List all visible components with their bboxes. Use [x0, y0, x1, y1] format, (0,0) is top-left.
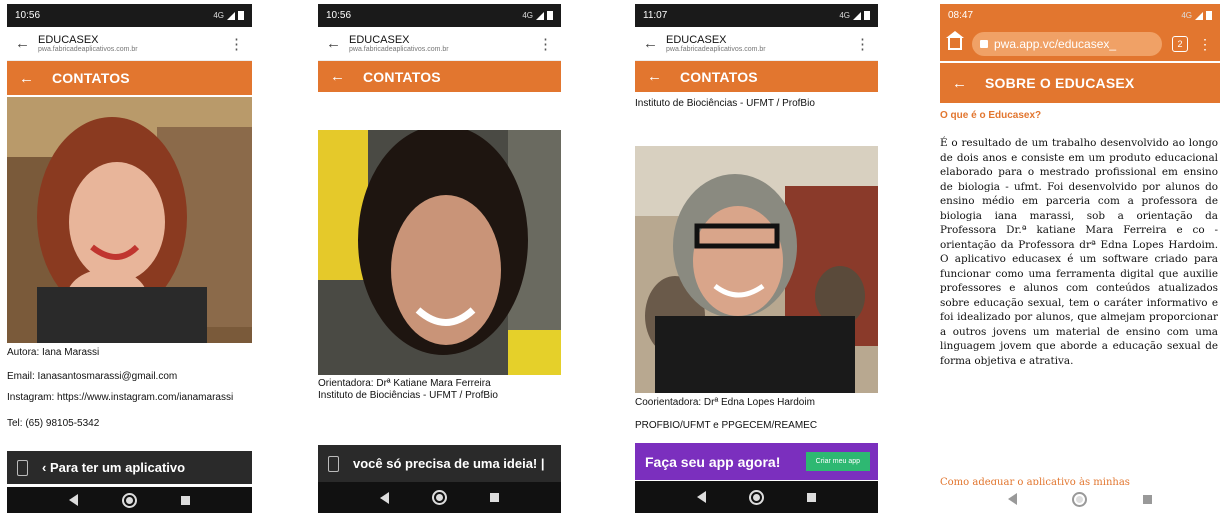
nav-back-icon[interactable]: [696, 491, 706, 503]
browser-toolbar: pwa.app.vc/educasex_ 2 ⋮: [940, 27, 1220, 61]
promo-banner[interactable]: você só precisa de uma ideia! |: [318, 445, 561, 482]
status-bar: 11:07 4G: [635, 4, 878, 27]
more-options-icon[interactable]: ⋮: [229, 35, 244, 53]
nav-home-icon[interactable]: [122, 492, 137, 508]
battery-icon: [547, 11, 553, 20]
next-section-heading: Como adequar o aplicativo às minhas: [940, 477, 1130, 485]
browser-bar: ← EDUCASEX pwa.fabricadeaplicativos.com.…: [635, 27, 878, 61]
author-instagram: Instagram: https://www.instagram.com/ian…: [7, 392, 234, 403]
signal-icon: [853, 11, 861, 20]
advisor-name: Orientadora: Drª Katiane Mara Ferreira: [318, 378, 491, 389]
status-bar: 08:47 4G: [940, 4, 1220, 27]
app-bar: ← CONTATOS: [318, 61, 561, 92]
status-bar: 10:56 4G: [318, 4, 561, 27]
about-paragraph: É o resultado de um trabalho desenvolvid…: [940, 137, 1218, 367]
banner-text: Faça seu app agora!: [645, 453, 781, 470]
browser-bar: ← EDUCASEX pwa.fabricadeaplicativos.com.…: [318, 27, 561, 61]
browser-url: pwa.fabricadeaplicativos.com.br: [666, 45, 766, 53]
browser-bar: ← EDUCASEX pwa.fabricadeaplicativos.com.…: [7, 27, 252, 61]
signal-icon: [227, 11, 235, 20]
nav-home-icon[interactable]: [431, 490, 447, 505]
nav-home-icon[interactable]: [1072, 491, 1088, 507]
signal-icon: [536, 11, 544, 20]
banner-text: ‹ Para ter um aplicativo: [42, 460, 186, 475]
nav-recent-icon[interactable]: [807, 492, 817, 502]
create-app-button[interactable]: Criar meu app: [805, 452, 870, 471]
nav-recent-icon[interactable]: [490, 493, 500, 502]
more-options-icon[interactable]: ⋮: [538, 35, 553, 53]
coadvisor-name: Coorientadora: Drª Edna Lopes Hardoim: [635, 397, 815, 408]
promo-banner[interactable]: ‹ Para ter um aplicativo: [7, 451, 252, 484]
section-heading: O que é o Educasex?: [940, 110, 1042, 121]
app-bar-title: CONTATOS: [52, 70, 130, 86]
phone-icon: [17, 459, 28, 476]
home-icon[interactable]: [946, 31, 964, 50]
institution-line: Instituto de Biociências - UFMT / ProfBi…: [635, 98, 815, 109]
app-bar-title: SOBRE O EDUCASEX: [985, 75, 1135, 91]
browser-title: EDUCASEX: [349, 33, 410, 46]
app-bar: ← CONTATOS: [7, 61, 252, 95]
battery-icon: [1206, 11, 1212, 20]
coadvisor-institution: PROFBIO/UFMT e PPGECEM/REAMEC: [635, 420, 818, 431]
android-nav-bar: [940, 485, 1220, 513]
browser-title: EDUCASEX: [38, 33, 99, 46]
author-name: Autora: Iana Marassi: [7, 347, 100, 358]
browser-url: pwa.fabricadeaplicativos.com.br: [38, 45, 138, 53]
clock: 11:07: [643, 10, 668, 21]
phone-screen-4: 08:47 4G pwa.app.vc/educasex_ 2 ⋮ ← SOBR…: [940, 4, 1220, 513]
address-url: pwa.app.vc/educasex_: [994, 37, 1117, 51]
app-bar: ← SOBRE O EDUCASEX: [940, 63, 1220, 103]
clock: 10:56: [15, 10, 41, 21]
clock: 08:47: [948, 10, 974, 21]
tab-switcher-button[interactable]: 2: [1172, 36, 1188, 52]
network-label: 4G: [1181, 11, 1192, 20]
advisor-institution: Instituto de Biociências - UFMT / ProfBi…: [318, 390, 498, 401]
back-arrow-icon[interactable]: ←: [330, 68, 345, 85]
author-email: Email: Ianasantosmarassi@gmail.com: [7, 371, 178, 382]
phone-screen-2: 10:56 4G ← EDUCASEX pwa.fabricadeaplicat…: [318, 4, 561, 513]
android-nav-bar: [7, 487, 252, 513]
network-label: 4G: [213, 11, 224, 20]
app-bar-title: CONTATOS: [363, 68, 441, 85]
coadvisor-photo: [635, 146, 878, 393]
nav-back-icon[interactable]: [1007, 493, 1017, 505]
phone-icon: [328, 455, 339, 472]
more-options-icon[interactable]: ⋮: [1198, 36, 1212, 53]
nav-recent-icon[interactable]: [1143, 494, 1153, 504]
network-label: 4G: [839, 11, 850, 20]
lock-icon: [980, 40, 988, 48]
back-arrow-icon[interactable]: ←: [647, 68, 662, 85]
app-bar: ← CONTATOS: [635, 61, 878, 92]
nav-back-icon[interactable]: [379, 491, 389, 504]
browser-back-icon[interactable]: ←: [15, 35, 30, 52]
browser-back-icon[interactable]: ←: [326, 35, 341, 52]
back-arrow-icon[interactable]: ←: [19, 70, 34, 87]
back-arrow-icon[interactable]: ←: [952, 75, 967, 92]
nav-home-icon[interactable]: [748, 489, 764, 505]
battery-icon: [238, 11, 244, 20]
browser-url: pwa.fabricadeaplicativos.com.br: [349, 45, 449, 53]
network-label: 4G: [522, 11, 533, 20]
author-photo: [7, 97, 252, 343]
address-bar[interactable]: pwa.app.vc/educasex_: [972, 32, 1162, 56]
nav-back-icon[interactable]: [69, 494, 78, 506]
android-nav-bar: [635, 481, 878, 513]
browser-back-icon[interactable]: ←: [643, 35, 658, 52]
more-options-icon[interactable]: ⋮: [855, 35, 870, 53]
browser-title: EDUCASEX: [666, 33, 727, 46]
nav-recent-icon[interactable]: [181, 495, 190, 505]
phone-screen-1: 10:56 4G ← EDUCASEX pwa.fabricadeaplicat…: [7, 4, 252, 513]
app-bar-title: CONTATOS: [680, 68, 758, 85]
android-nav-bar: [318, 482, 561, 513]
author-phone: Tel: (65) 98105-5342: [7, 418, 100, 429]
status-bar: 10:56 4G: [7, 4, 252, 27]
promo-banner[interactable]: Faça seu app agora! Criar meu app: [635, 443, 878, 480]
signal-icon: [1195, 11, 1203, 20]
banner-text: você só precisa de uma ideia! |: [353, 456, 545, 471]
clock: 10:56: [326, 10, 352, 21]
battery-icon: [864, 11, 870, 20]
phone-screen-3: 11:07 4G ← EDUCASEX pwa.fabricadeaplicat…: [635, 4, 878, 513]
advisor-photo: [318, 130, 561, 375]
